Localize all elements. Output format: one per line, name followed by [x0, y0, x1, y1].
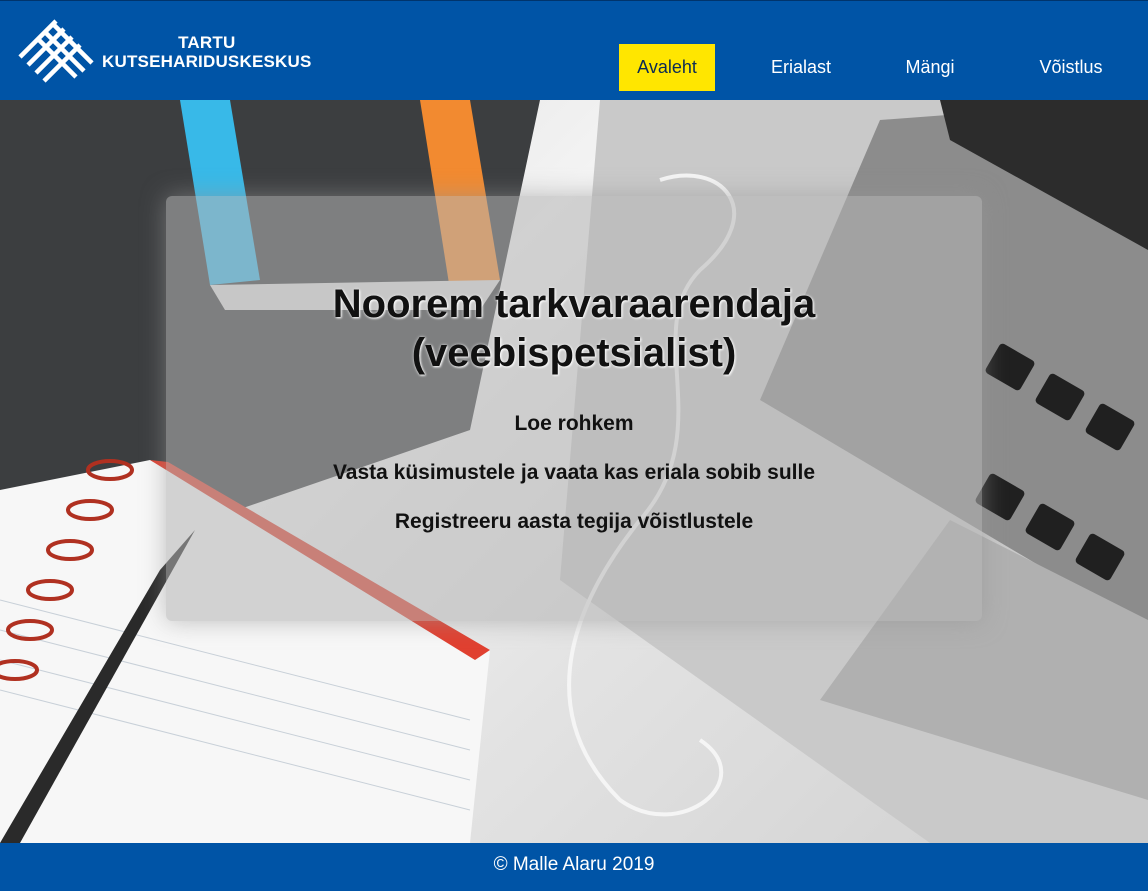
logo-text: TARTU KUTSEHARIDUSKESKUS: [102, 33, 312, 71]
site-header: TARTU KUTSEHARIDUSKESKUS Avaleht Erialas…: [0, 0, 1148, 100]
nav-item-avaleht[interactable]: Avaleht: [619, 44, 715, 91]
register-link[interactable]: Registreeru aasta tegija võistlustele: [166, 510, 982, 534]
site-footer: © Malle Alaru 2019: [0, 843, 1148, 891]
logo-mark-icon: [18, 19, 94, 83]
site-logo[interactable]: TARTU KUTSEHARIDUSKESKUS: [16, 17, 311, 83]
nav-item-erialast[interactable]: Erialast: [752, 44, 850, 91]
read-more-link[interactable]: Loe rohkem: [166, 412, 982, 436]
nav-item-voistlus[interactable]: Võistlus: [1024, 44, 1118, 91]
brand-line1: TARTU: [178, 33, 236, 52]
title-line2: (veebispetsialist): [411, 331, 737, 375]
brand-line2: KUTSEHARIDUSKESKUS: [102, 52, 312, 71]
hero-panel: Noorem tarkvaraarendaja (veebispetsialis…: [166, 196, 982, 621]
nav-item-mangi[interactable]: Mängi: [884, 44, 976, 91]
footer-copyright: © Malle Alaru 2019: [493, 854, 655, 875]
title-line1: Noorem tarkvaraarendaja: [332, 282, 816, 326]
quiz-link[interactable]: Vasta küsimustele ja vaata kas eriala so…: [166, 461, 982, 485]
page-title: Noorem tarkvaraarendaja (veebispetsialis…: [166, 280, 982, 378]
hero-section: Noorem tarkvaraarendaja (veebispetsialis…: [0, 100, 1148, 843]
